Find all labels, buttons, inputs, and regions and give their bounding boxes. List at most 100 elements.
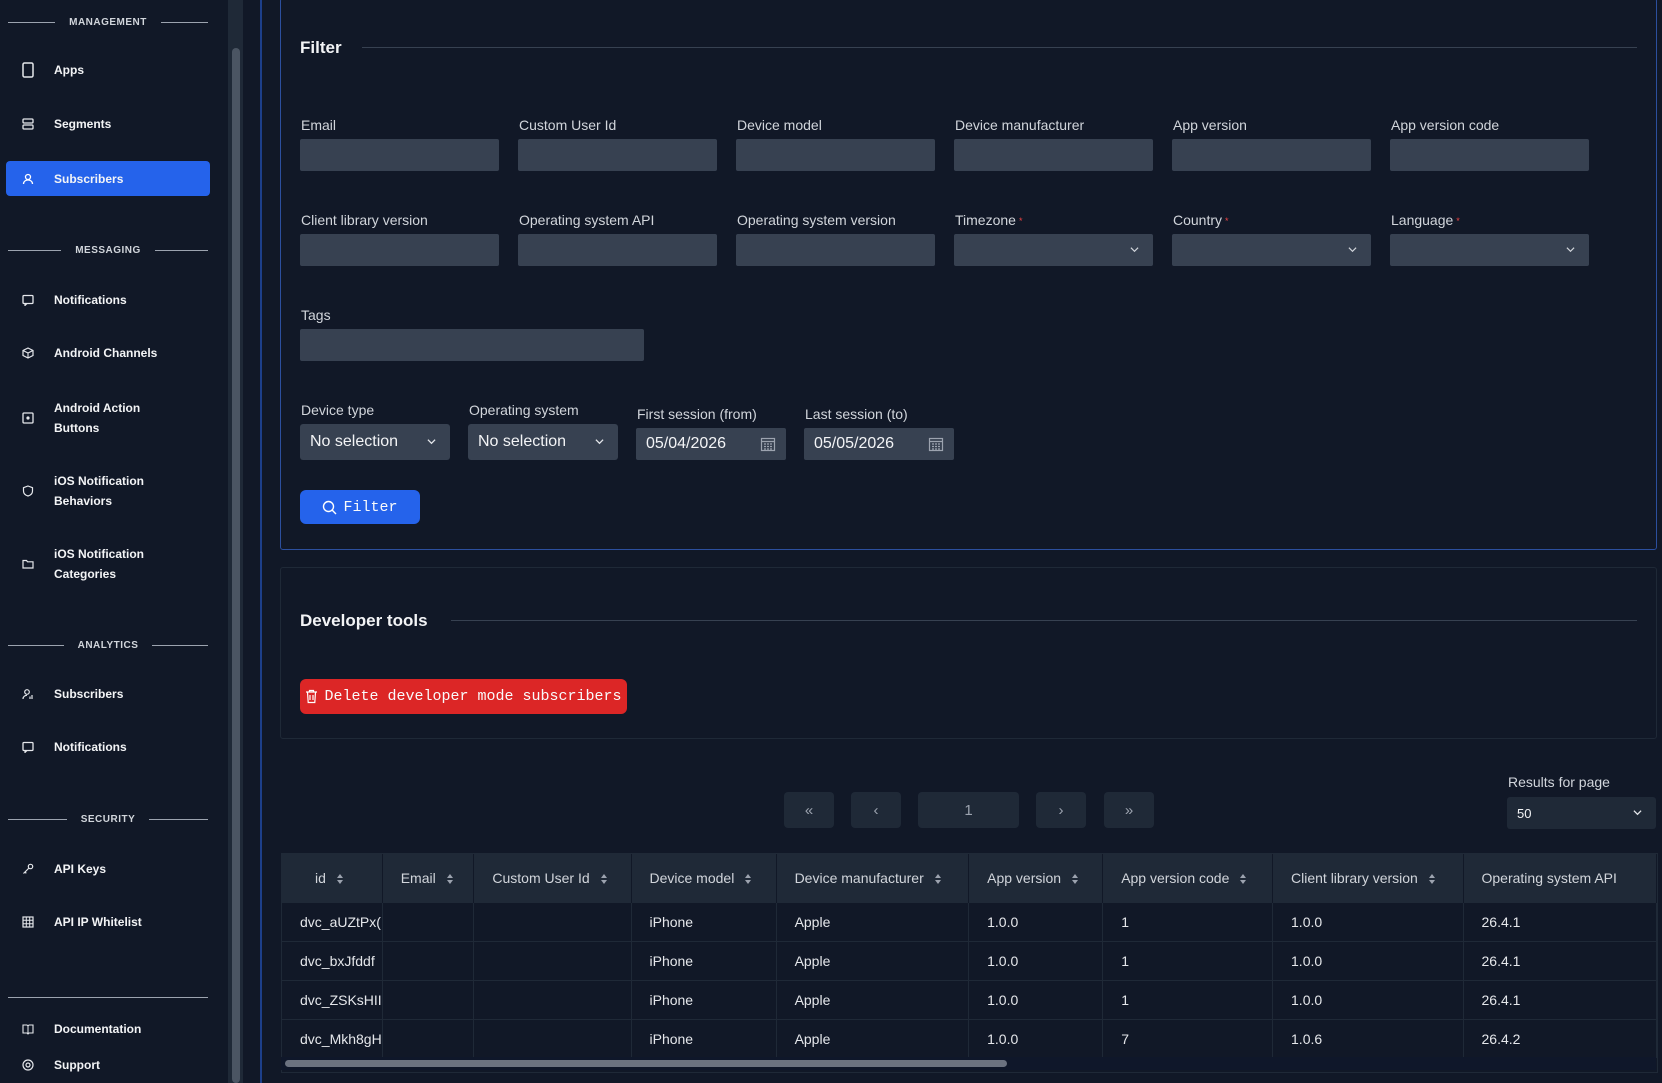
current-page-button[interactable]: 1 (918, 792, 1019, 828)
cell-client-library-version: 1.0.0 (1272, 980, 1464, 1020)
cell-email (382, 1019, 475, 1058)
table-row[interactable]: dvc_ZSKsHII iPhone Apple 1.0.0 1 1.0.0 2… (282, 980, 1657, 1020)
filter-panel (280, 0, 1657, 550)
sidebar-item-ios-notification-categories[interactable]: iOS Notification Categories (6, 542, 210, 586)
sidebar-item-api-ip-whitelist[interactable]: API IP Whitelist (6, 910, 210, 934)
search-icon (323, 500, 337, 514)
client-library-version-label: Client library version (301, 212, 428, 228)
sort-icon[interactable] (744, 873, 752, 885)
results-per-page-label: Results for page (1508, 774, 1610, 790)
column-header-email[interactable]: Email (382, 854, 475, 903)
language-select[interactable] (1390, 234, 1589, 266)
delete-button-label: Delete developer mode subscribers (324, 688, 622, 705)
sidebar-item-label: Android Action (54, 401, 141, 415)
country-select[interactable] (1172, 234, 1371, 266)
device-type-select[interactable]: No selection (300, 424, 450, 460)
cell-device-manufacturer: Apple (776, 941, 970, 981)
sort-icon[interactable] (1239, 873, 1247, 885)
sidebar-item-label: Notifications (54, 293, 127, 307)
previous-page-button[interactable]: ‹ (851, 792, 901, 828)
app-version-field[interactable] (1172, 139, 1371, 171)
app-version-label: App version (1173, 117, 1247, 133)
device-type-value: No selection (310, 433, 399, 450)
tags-label: Tags (301, 307, 331, 323)
cell-operating-system-api: 26.4.1 (1463, 980, 1657, 1020)
sidebar-item-apps[interactable]: Apps (6, 58, 210, 82)
cell-app-version-code: 1 (1102, 980, 1274, 1020)
calendar-icon[interactable] (928, 436, 944, 452)
sort-icon[interactable] (934, 873, 942, 885)
sidebar-item-notifications[interactable]: Notifications (6, 288, 210, 312)
column-header-app-version[interactable]: App version (968, 854, 1104, 903)
calendar-icon[interactable] (760, 436, 776, 452)
sort-icon[interactable] (336, 873, 344, 885)
table-scrollbar-thumb[interactable] (285, 1060, 1007, 1067)
sidebar-item-segments[interactable]: Segments (6, 112, 210, 136)
client-library-version-field[interactable] (300, 234, 499, 266)
device-model-field[interactable] (736, 139, 935, 171)
operating-system-select[interactable]: No selection (468, 424, 618, 460)
sidebar-item-android-action-buttons[interactable]: Android Action Buttons (6, 396, 210, 440)
column-header-device-model[interactable]: Device model (631, 854, 777, 903)
cell-id: dvc_aUZtPx( (282, 902, 383, 942)
first-page-button[interactable]: « (784, 792, 834, 828)
table-row[interactable]: dvc_Mkh8gH iPhone Apple 1.0.0 7 1.0.6 26… (282, 1019, 1657, 1058)
column-header-client-library-version[interactable]: Client library version (1272, 854, 1464, 903)
last-page-button[interactable]: » (1104, 792, 1154, 828)
cell-device-model: iPhone (631, 1019, 777, 1058)
custom-user-id-label: Custom User Id (519, 117, 617, 133)
email-field[interactable] (300, 139, 499, 171)
first-session-date-field[interactable]: 05/04/2026 (636, 428, 786, 460)
table-row[interactable]: dvc_bxJfddf iPhone Apple 1.0.0 1 1.0.0 2… (282, 941, 1657, 981)
sidebar-item-api-keys[interactable]: API Keys (6, 857, 210, 881)
cell-id: dvc_Mkh8gH (282, 1019, 383, 1058)
sort-icon[interactable] (1071, 873, 1079, 885)
chevron-down-icon (1633, 810, 1642, 816)
sidebar-item-ios-notification-behaviors[interactable]: iOS Notification Behaviors (6, 469, 210, 513)
cell-custom-user-id (473, 941, 632, 981)
sidebar-scrollbar-thumb[interactable] (232, 48, 240, 1083)
column-header-app-version-code[interactable]: App version code (1102, 854, 1274, 903)
email-label: Email (301, 117, 337, 133)
sort-icon[interactable] (446, 873, 454, 885)
sort-icon[interactable] (1428, 873, 1436, 885)
lifebuoy-icon (20, 1057, 36, 1073)
sidebar-item-analytics-subscribers[interactable]: Subscribers (6, 682, 210, 706)
filter-button[interactable]: Filter (300, 490, 420, 524)
custom-user-id-field[interactable] (518, 139, 717, 171)
cell-app-version: 1.0.0 (968, 902, 1104, 942)
sidebar-item-subscribers[interactable]: Subscribers (6, 161, 210, 196)
timezone-select[interactable] (954, 234, 1153, 266)
operating-system-api-field[interactable] (518, 234, 717, 266)
cell-custom-user-id (473, 980, 632, 1020)
cell-device-model: iPhone (631, 902, 777, 942)
sidebar-item-documentation[interactable]: Documentation (6, 1017, 210, 1041)
sidebar-item-label: iOS Notification (54, 547, 144, 561)
sidebar-item-analytics-notifications[interactable]: Notifications (6, 735, 210, 759)
operating-system-version-field[interactable] (736, 234, 935, 266)
device-manufacturer-label: Device manufacturer (955, 117, 1085, 133)
cell-email (382, 980, 475, 1020)
table-row[interactable]: dvc_aUZtPx( iPhone Apple 1.0.0 1 1.0.0 2… (282, 902, 1657, 942)
sidebar-item-label: Subscribers (54, 171, 124, 186)
cell-device-manufacturer: Apple (776, 980, 970, 1020)
column-header-operating-system-api[interactable]: Operating system API (1463, 854, 1657, 903)
chevron-down-icon (595, 439, 604, 445)
next-page-button[interactable]: › (1036, 792, 1086, 828)
last-session-date-field[interactable]: 05/05/2026 (804, 428, 954, 460)
cell-device-manufacturer: Apple (776, 1019, 970, 1058)
tags-field[interactable] (300, 329, 644, 361)
grid-icon (20, 914, 36, 930)
column-header-device-manufacturer[interactable]: Device manufacturer (776, 854, 970, 903)
device-manufacturer-field[interactable] (954, 139, 1153, 171)
delete-developer-subscribers-button[interactable]: Delete developer mode subscribers (300, 679, 627, 714)
sort-icon[interactable] (600, 873, 608, 885)
column-header-id[interactable]: id (282, 854, 383, 903)
sidebar-item-android-channels[interactable]: Android Channels (6, 341, 210, 365)
sidebar-item-support[interactable]: Support (6, 1053, 210, 1077)
trash-icon (306, 689, 318, 704)
column-header-custom-user-id[interactable]: Custom User Id (473, 854, 632, 903)
results-per-page-select[interactable]: 50 (1507, 797, 1656, 829)
app-version-code-field[interactable] (1390, 139, 1589, 171)
cell-app-version: 1.0.0 (968, 941, 1104, 981)
